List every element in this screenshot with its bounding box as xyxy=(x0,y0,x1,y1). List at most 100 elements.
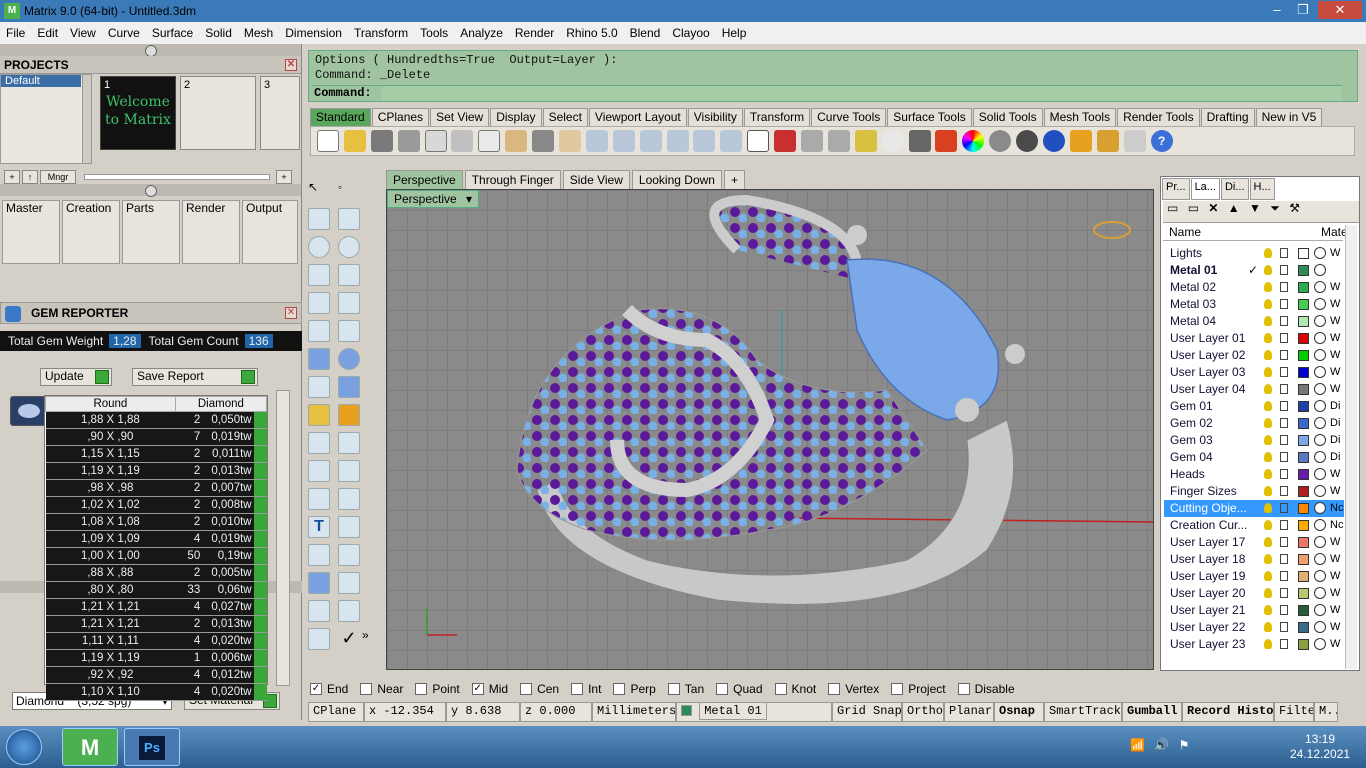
analyze-icon[interactable] xyxy=(338,600,360,622)
check-icon[interactable]: ✓ xyxy=(338,628,360,650)
layer-color-swatch[interactable] xyxy=(1298,520,1309,531)
gem-row[interactable]: 1,21 X 1,21 4 0,027tw xyxy=(45,598,267,616)
tab-display[interactable]: Display xyxy=(490,108,542,126)
menu-render[interactable]: Render xyxy=(509,26,560,40)
light-bulb-icon[interactable] xyxy=(1264,571,1272,581)
menu-help[interactable]: Help xyxy=(716,26,753,40)
category-parts[interactable]: Parts xyxy=(122,200,180,264)
explode-icon[interactable] xyxy=(338,404,360,426)
layer-color-swatch[interactable] xyxy=(1298,486,1309,497)
osnap-perp[interactable]: Perp xyxy=(613,682,656,696)
sphere-icon[interactable] xyxy=(338,348,360,370)
light-bulb-icon[interactable] xyxy=(1264,333,1272,343)
menu-solid[interactable]: Solid xyxy=(199,26,238,40)
photoshop-taskbar-button[interactable]: Ps xyxy=(124,728,180,766)
light-bulb-icon[interactable] xyxy=(1264,639,1272,649)
tab-viewport-layout[interactable]: Viewport Layout xyxy=(588,108,687,126)
layers-scrollbar[interactable] xyxy=(1345,225,1357,669)
light-bulb-icon[interactable] xyxy=(1264,605,1272,615)
grid-snap-icon[interactable] xyxy=(801,130,824,152)
tab-set-view[interactable]: Set View xyxy=(430,108,490,126)
network-icon[interactable]: 📶 xyxy=(1130,738,1145,752)
ellipse-icon[interactable] xyxy=(338,236,360,258)
save-icon[interactable] xyxy=(370,130,393,152)
light-bulb-icon[interactable] xyxy=(1264,537,1272,547)
material-circle-icon[interactable] xyxy=(1314,519,1326,531)
menu-edit[interactable]: Edit xyxy=(31,26,64,40)
tab-transform[interactable]: Transform xyxy=(743,108,811,126)
gem-row[interactable]: 1,02 X 1,02 2 0,008tw xyxy=(45,496,267,514)
material-circle-icon[interactable] xyxy=(1314,570,1326,582)
checkbox[interactable]: ✓ xyxy=(310,683,322,695)
material-circle-icon[interactable] xyxy=(1314,383,1326,395)
select-gems-icon[interactable] xyxy=(253,581,267,599)
gear-icon[interactable] xyxy=(308,404,330,426)
light-icon[interactable] xyxy=(1069,130,1092,152)
select-gems-icon[interactable] xyxy=(253,462,267,480)
lock-icon[interactable] xyxy=(1280,605,1288,615)
gem-row[interactable]: ,98 X ,98 2 0,007tw xyxy=(45,479,267,497)
layer-row[interactable]: User Layer 03 W xyxy=(1164,364,1344,381)
checkbox[interactable] xyxy=(667,683,680,695)
material-circle-icon[interactable] xyxy=(1314,264,1326,276)
material-circle-icon[interactable] xyxy=(1314,587,1326,599)
osnap-quad[interactable]: Quad xyxy=(716,682,763,696)
save-report-button[interactable]: Save Report xyxy=(132,368,258,386)
lock-icon[interactable] xyxy=(1280,367,1288,377)
layer-color-swatch[interactable] xyxy=(1298,537,1309,548)
render-tool-icon[interactable] xyxy=(308,628,330,650)
material-circle-icon[interactable] xyxy=(1314,468,1326,480)
gem-row[interactable]: 1,10 X 1,10 4 0,020tw xyxy=(45,683,267,701)
light-bulb-icon[interactable] xyxy=(1264,622,1272,632)
layer-row[interactable]: User Layer 23 W xyxy=(1164,636,1344,653)
pan-hand-icon[interactable] xyxy=(559,130,582,152)
extrude-icon[interactable] xyxy=(338,320,360,342)
add-viewport-tab[interactable]: + xyxy=(723,170,745,189)
zoom-slider[interactable] xyxy=(84,174,270,180)
lock-icon[interactable] xyxy=(1280,452,1288,462)
color-wheel-icon[interactable] xyxy=(962,130,985,152)
checkbox[interactable] xyxy=(415,683,428,695)
scale-icon[interactable] xyxy=(338,516,360,538)
layer-row[interactable]: Metal 04 W xyxy=(1164,313,1344,330)
layer-row[interactable]: Gem 02 Di xyxy=(1164,415,1344,432)
light-bulb-icon[interactable] xyxy=(1264,418,1272,428)
close-button[interactable]: ✕ xyxy=(1318,1,1362,19)
tab-perspective[interactable]: Perspective xyxy=(386,170,463,189)
select-gems-icon[interactable] xyxy=(253,513,267,531)
lock-icon[interactable] xyxy=(1280,333,1288,343)
sync-icon[interactable] xyxy=(1123,130,1146,152)
light-bulb-icon[interactable] xyxy=(1264,265,1272,275)
project-default[interactable]: Default xyxy=(1,75,81,87)
block-icon[interactable] xyxy=(308,572,330,594)
lock-icon[interactable] xyxy=(908,130,931,152)
status-cplane[interactable]: CPlane xyxy=(308,702,364,722)
four-viewports-icon[interactable] xyxy=(747,130,770,152)
manager-button[interactable]: Mngr xyxy=(40,170,76,184)
boolean-icon[interactable] xyxy=(308,460,330,482)
surface-icon[interactable] xyxy=(308,320,330,342)
select-gems-icon[interactable] xyxy=(253,598,267,616)
layer-row[interactable]: Gem 03 Di xyxy=(1164,432,1344,449)
layer-row[interactable]: Gem 04 Di xyxy=(1164,449,1344,466)
gem-row[interactable]: ,88 X ,88 2 0,005tw xyxy=(45,564,267,582)
select-gems-icon[interactable] xyxy=(253,530,267,548)
light-bulb-icon[interactable] xyxy=(1264,554,1272,564)
osnap-knot[interactable]: Knot xyxy=(774,682,816,696)
layer-color-swatch[interactable] xyxy=(1298,554,1309,565)
status-grid-snap[interactable]: Grid Snap xyxy=(832,702,902,722)
checkbox[interactable] xyxy=(957,683,970,695)
panel-splitter[interactable] xyxy=(0,44,301,57)
tab-solid-tools[interactable]: Solid Tools xyxy=(972,108,1043,126)
status-filter[interactable]: Filte xyxy=(1274,702,1314,722)
restore-button[interactable]: ❐ xyxy=(1290,1,1316,19)
checkbox[interactable] xyxy=(716,683,729,695)
tab-visibility[interactable]: Visibility xyxy=(687,108,743,126)
material-circle-icon[interactable] xyxy=(1314,298,1326,310)
lock-icon[interactable] xyxy=(1280,418,1288,428)
round-gem-icon[interactable] xyxy=(10,396,46,426)
box-icon[interactable] xyxy=(308,348,330,370)
close-icon[interactable]: ✕ xyxy=(285,307,297,319)
material-circle-icon[interactable] xyxy=(1314,332,1326,344)
layer-row[interactable]: Finger Sizes W xyxy=(1164,483,1344,500)
